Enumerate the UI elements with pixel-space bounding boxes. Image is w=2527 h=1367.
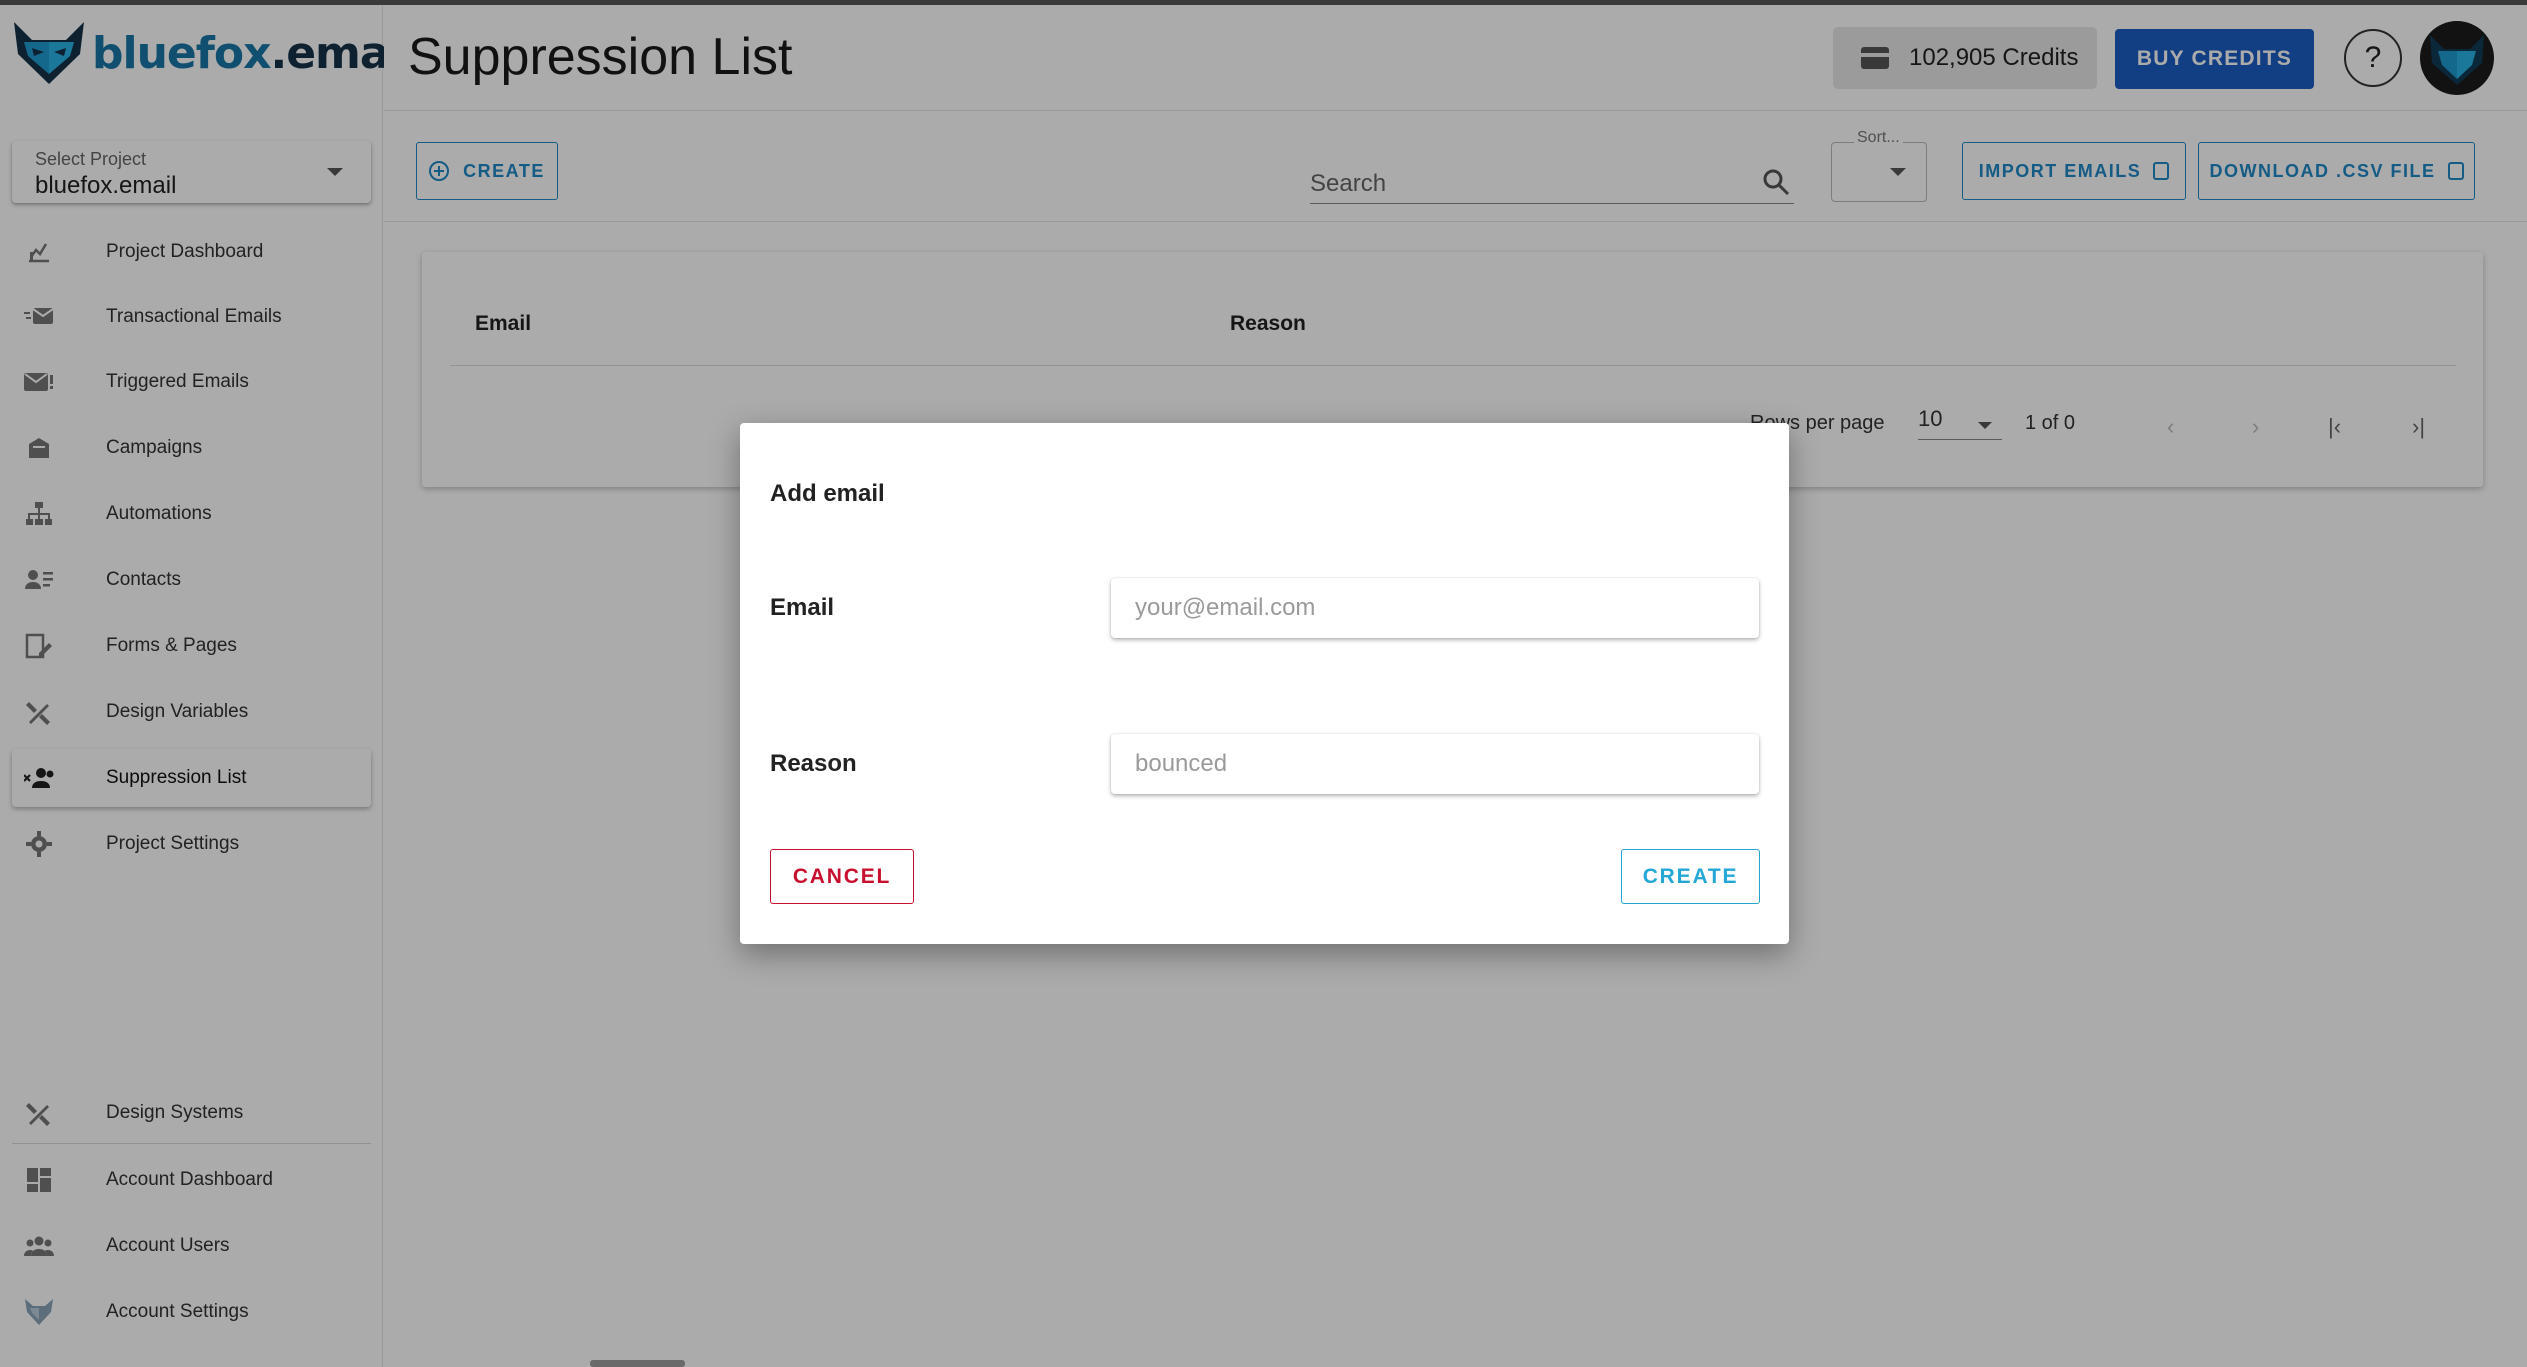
reason-label: Reason xyxy=(770,750,857,777)
email-field[interactable]: your@email.com xyxy=(1111,578,1759,638)
window-top-border xyxy=(0,0,2527,5)
add-email-dialog: Add email Email your@email.com Reason bo… xyxy=(740,423,1789,944)
cancel-button[interactable]: CANCEL xyxy=(770,849,914,904)
email-label: Email xyxy=(770,594,835,621)
dialog-title: Add email xyxy=(770,480,885,507)
reason-field[interactable]: bounced xyxy=(1111,734,1759,794)
create-email-button[interactable]: CREATE xyxy=(1621,849,1760,904)
